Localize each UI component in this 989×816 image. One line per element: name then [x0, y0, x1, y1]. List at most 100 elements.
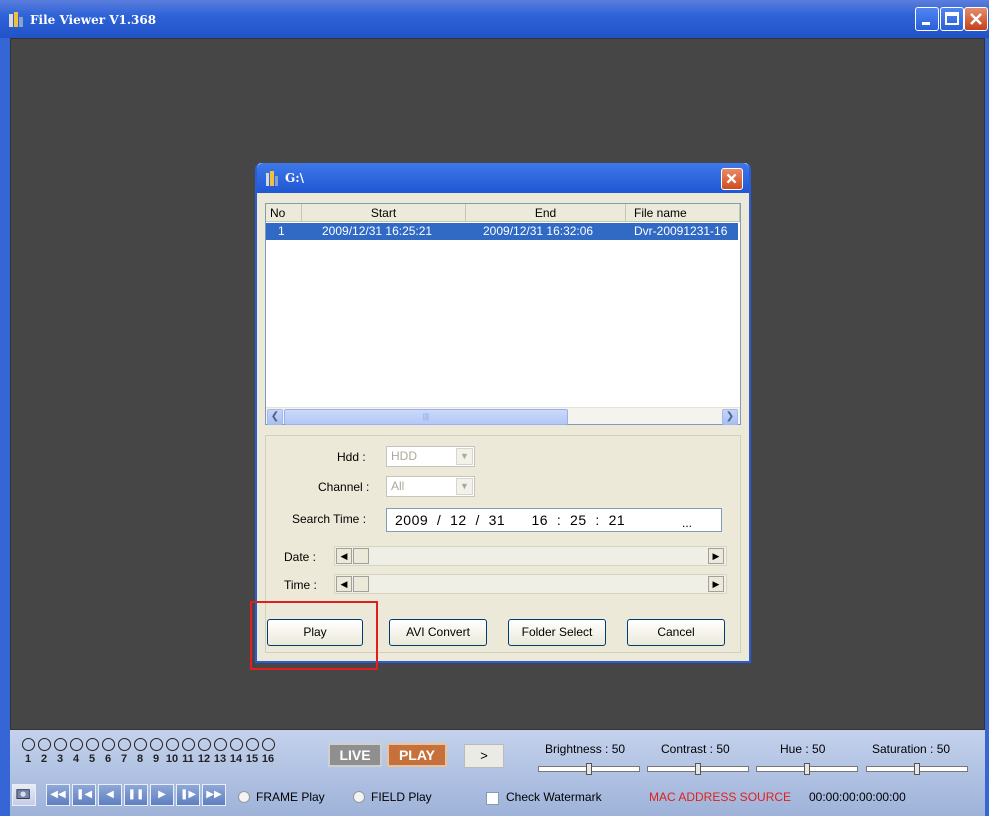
brightness-knob[interactable] [586, 763, 592, 775]
channel-label: Channel : [318, 480, 370, 494]
hdd-select[interactable]: HDD ▼ [386, 446, 475, 467]
date-scroll-left-button[interactable]: ◀ [336, 548, 352, 564]
step-forward-button[interactable]: ❚▶ [176, 784, 200, 806]
hue-knob[interactable] [804, 763, 810, 775]
hdd-value: HDD [391, 449, 417, 463]
saturation-slider[interactable] [866, 763, 968, 775]
next-button[interactable]: > [464, 744, 504, 768]
brightness-label: Brightness : 50 [545, 742, 626, 756]
forward-play-button[interactable]: ▶ [150, 784, 174, 806]
date-label: Date : [284, 550, 317, 564]
dialog-close-button[interactable] [721, 168, 743, 190]
live-button[interactable]: LIVE [328, 743, 382, 767]
channel-8[interactable]: 8 [132, 738, 148, 765]
channel-13[interactable]: 13 [212, 738, 228, 765]
channel-indicator-icon [229, 738, 243, 751]
channel-number: 14 [229, 753, 243, 765]
folder-select-button[interactable]: Folder Select [508, 619, 606, 646]
contrast-label: Contrast : 50 [661, 742, 730, 756]
list-horizontal-scrollbar[interactable]: ❮ ||| ❯ [266, 407, 740, 425]
channel-indicator-icon [85, 738, 99, 751]
channel-11[interactable]: 11 [180, 738, 196, 765]
channel-6[interactable]: 6 [100, 738, 116, 765]
channel-12[interactable]: 12 [196, 738, 212, 765]
channel-number: 15 [245, 753, 259, 765]
column-header-start[interactable]: Start [302, 204, 466, 222]
hue-label: Hue : 50 [780, 742, 826, 756]
channel-5[interactable]: 5 [84, 738, 100, 765]
minimize-button[interactable] [915, 7, 939, 31]
hue-slider[interactable] [756, 763, 858, 775]
file-list[interactable]: No Start End File name 1 2009/12/31 16:2… [265, 203, 741, 425]
field-play-label: FIELD Play [371, 790, 432, 804]
channel-indicator-icon [165, 738, 179, 751]
chevron-down-icon[interactable]: ▼ [456, 448, 473, 465]
field-play-radio[interactable] [353, 791, 365, 803]
channel-indicator-icon [181, 738, 195, 751]
play-mode-button[interactable]: PLAY [387, 743, 447, 767]
channel-16[interactable]: 16 [260, 738, 276, 765]
search-time-value: 2009 / 12 / 31 16 : 25 : 21 [395, 512, 626, 528]
reverse-play-button[interactable]: ◀ [98, 784, 122, 806]
close-icon [970, 13, 982, 25]
film-building-icon [9, 12, 23, 27]
fast-forward-button[interactable]: ▶▶ [202, 784, 226, 806]
time-slider[interactable]: ◀ ▶ [334, 574, 727, 594]
play-icon: ▶ [158, 789, 166, 800]
step-back-button[interactable]: ❚◀ [72, 784, 96, 806]
channel-indicator-icon [245, 738, 259, 751]
channel-number: 10 [165, 753, 179, 765]
window-titlebar: File Viewer V1.368 [0, 0, 989, 38]
contrast-slider[interactable] [647, 763, 749, 775]
scrollbar-thumb[interactable]: ||| [284, 409, 568, 425]
cancel-button[interactable]: Cancel [627, 619, 725, 646]
snapshot-button[interactable] [12, 784, 36, 806]
search-time-field[interactable]: 2009 / 12 / 31 16 : 25 : 21 [386, 508, 722, 532]
time-scroll-left-button[interactable]: ◀ [336, 576, 352, 592]
channel-15[interactable]: 15 [244, 738, 260, 765]
channel-indicator-icon [69, 738, 83, 751]
check-watermark-checkbox[interactable] [486, 792, 499, 805]
hdd-label: Hdd : [337, 450, 366, 464]
mac-address-label: MAC ADDRESS SOURCE [649, 790, 792, 804]
date-scroll-right-button[interactable]: ▶ [708, 548, 724, 564]
channel-4[interactable]: 4 [68, 738, 84, 765]
time-scroll-thumb[interactable] [353, 576, 369, 592]
frame-play-label: FRAME Play [256, 790, 325, 804]
saturation-knob[interactable] [914, 763, 920, 775]
channel-3[interactable]: 3 [52, 738, 68, 765]
step-back-icon: ❚◀ [75, 789, 93, 800]
channel-indicator-icon [149, 738, 163, 751]
close-button[interactable] [964, 7, 988, 31]
channel-2[interactable]: 2 [36, 738, 52, 765]
channel-9[interactable]: 9 [148, 738, 164, 765]
reverse-play-icon: ◀ [106, 789, 114, 800]
channel-10[interactable]: 10 [164, 738, 180, 765]
date-scroll-thumb[interactable] [353, 548, 369, 564]
channel-indicator-icon [133, 738, 147, 751]
date-slider[interactable]: ◀ ▶ [334, 546, 727, 566]
window-title: File Viewer V1.368 [30, 13, 157, 27]
pause-button[interactable]: ❚❚ [124, 784, 148, 806]
fast-rewind-icon: ◀◀ [50, 789, 66, 800]
channel-select[interactable]: All ▼ [386, 476, 475, 497]
column-header-file-name[interactable]: File name [626, 204, 740, 222]
fast-rewind-button[interactable]: ◀◀ [46, 784, 70, 806]
column-header-no[interactable]: No [266, 204, 302, 222]
maximize-button[interactable] [940, 7, 964, 31]
time-scroll-right-button[interactable]: ▶ [708, 576, 724, 592]
channel-14[interactable]: 14 [228, 738, 244, 765]
table-row[interactable]: 1 2009/12/31 16:25:21 2009/12/31 16:32:0… [266, 223, 738, 240]
scroll-left-button[interactable]: ❮ [267, 409, 283, 425]
avi-convert-button[interactable]: AVI Convert [389, 619, 487, 646]
column-header-end[interactable]: End [466, 204, 626, 222]
more-button[interactable]: ... [682, 516, 692, 530]
scroll-right-button[interactable]: ❯ [722, 409, 738, 425]
contrast-knob[interactable] [695, 763, 701, 775]
mac-address-value: 00:00:00:00:00:00 [809, 790, 906, 804]
channel-1[interactable]: 1 [20, 738, 36, 765]
frame-play-radio[interactable] [238, 791, 250, 803]
channel-7[interactable]: 7 [116, 738, 132, 765]
brightness-slider[interactable] [538, 763, 640, 775]
chevron-down-icon[interactable]: ▼ [456, 478, 473, 495]
